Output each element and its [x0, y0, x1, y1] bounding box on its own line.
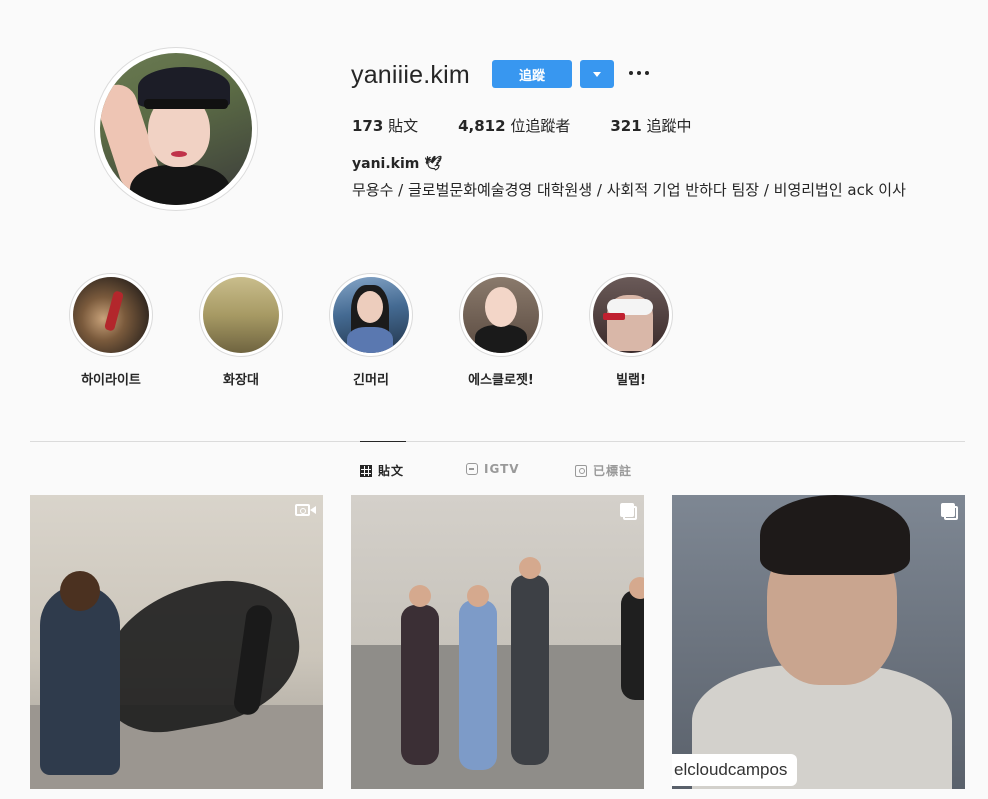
follow-button[interactable]: 追蹤: [492, 60, 572, 88]
highlight-item[interactable]: 하이라이트: [66, 273, 156, 388]
following-link[interactable]: 321 追蹤中: [610, 115, 691, 136]
tabs-divider: [30, 441, 965, 442]
highlight-label: 하이라이트: [81, 373, 141, 388]
highlight-label: 에스클로젯!: [468, 373, 534, 388]
highlight-item[interactable]: 에스클로젯!: [456, 273, 546, 388]
followers-link[interactable]: 4,812 位追蹤者: [458, 115, 570, 136]
posts-count: 173 貼文: [352, 117, 419, 135]
carousel-icon: [941, 503, 959, 521]
profile-avatar[interactable]: [94, 47, 258, 211]
dot-icon: [637, 71, 641, 75]
chevron-down-icon: [593, 71, 601, 77]
tab-igtv[interactable]: IGTV: [466, 462, 520, 476]
active-tab-indicator: [360, 441, 406, 442]
dot-icon: [645, 71, 649, 75]
highlight-cover: [333, 277, 409, 353]
highlight-cover: [593, 277, 669, 353]
carousel-icon: [620, 503, 638, 521]
highlight-label: 화장대: [223, 373, 259, 388]
tagged-icon: [575, 464, 587, 477]
highlight-label: 빌랩!: [616, 373, 646, 388]
tab-tagged[interactable]: 已標註: [575, 462, 632, 479]
highlight-cover: [463, 277, 539, 353]
highlight-cover: [203, 277, 279, 353]
highlight-item[interactable]: 빌랩!: [586, 273, 676, 388]
highlight-cover: [73, 277, 149, 353]
dot-icon: [629, 71, 633, 75]
igtv-icon: [466, 463, 478, 475]
post-watermark: elcloudcampos: [672, 754, 798, 786]
profile-username: yaniiie.kim: [351, 61, 470, 89]
video-icon: [295, 503, 317, 517]
more-options-button[interactable]: [629, 64, 649, 82]
grid-icon: [360, 464, 372, 477]
highlight-item[interactable]: 긴머리: [326, 273, 416, 388]
suggested-accounts-dropdown[interactable]: [580, 60, 614, 88]
highlight-label: 긴머리: [353, 373, 389, 388]
profile-stats: 173 貼文 4,812 位追蹤者 321 追蹤中: [352, 115, 731, 136]
profile-bio: 무용수 / 글로벌문화예술경영 대학원생 / 사회적 기업 반하다 팀장 / 비…: [352, 181, 906, 199]
highlight-item[interactable]: 화장대: [196, 273, 286, 388]
post-thumbnail[interactable]: [30, 495, 323, 789]
post-thumbnail[interactable]: [351, 495, 644, 789]
avatar-photo: [100, 53, 252, 205]
tab-posts[interactable]: 貼文: [360, 462, 404, 479]
profile-full-name: yani.kim 🕊: [352, 156, 443, 172]
post-thumbnail[interactable]: elcloudcampos: [672, 495, 965, 789]
